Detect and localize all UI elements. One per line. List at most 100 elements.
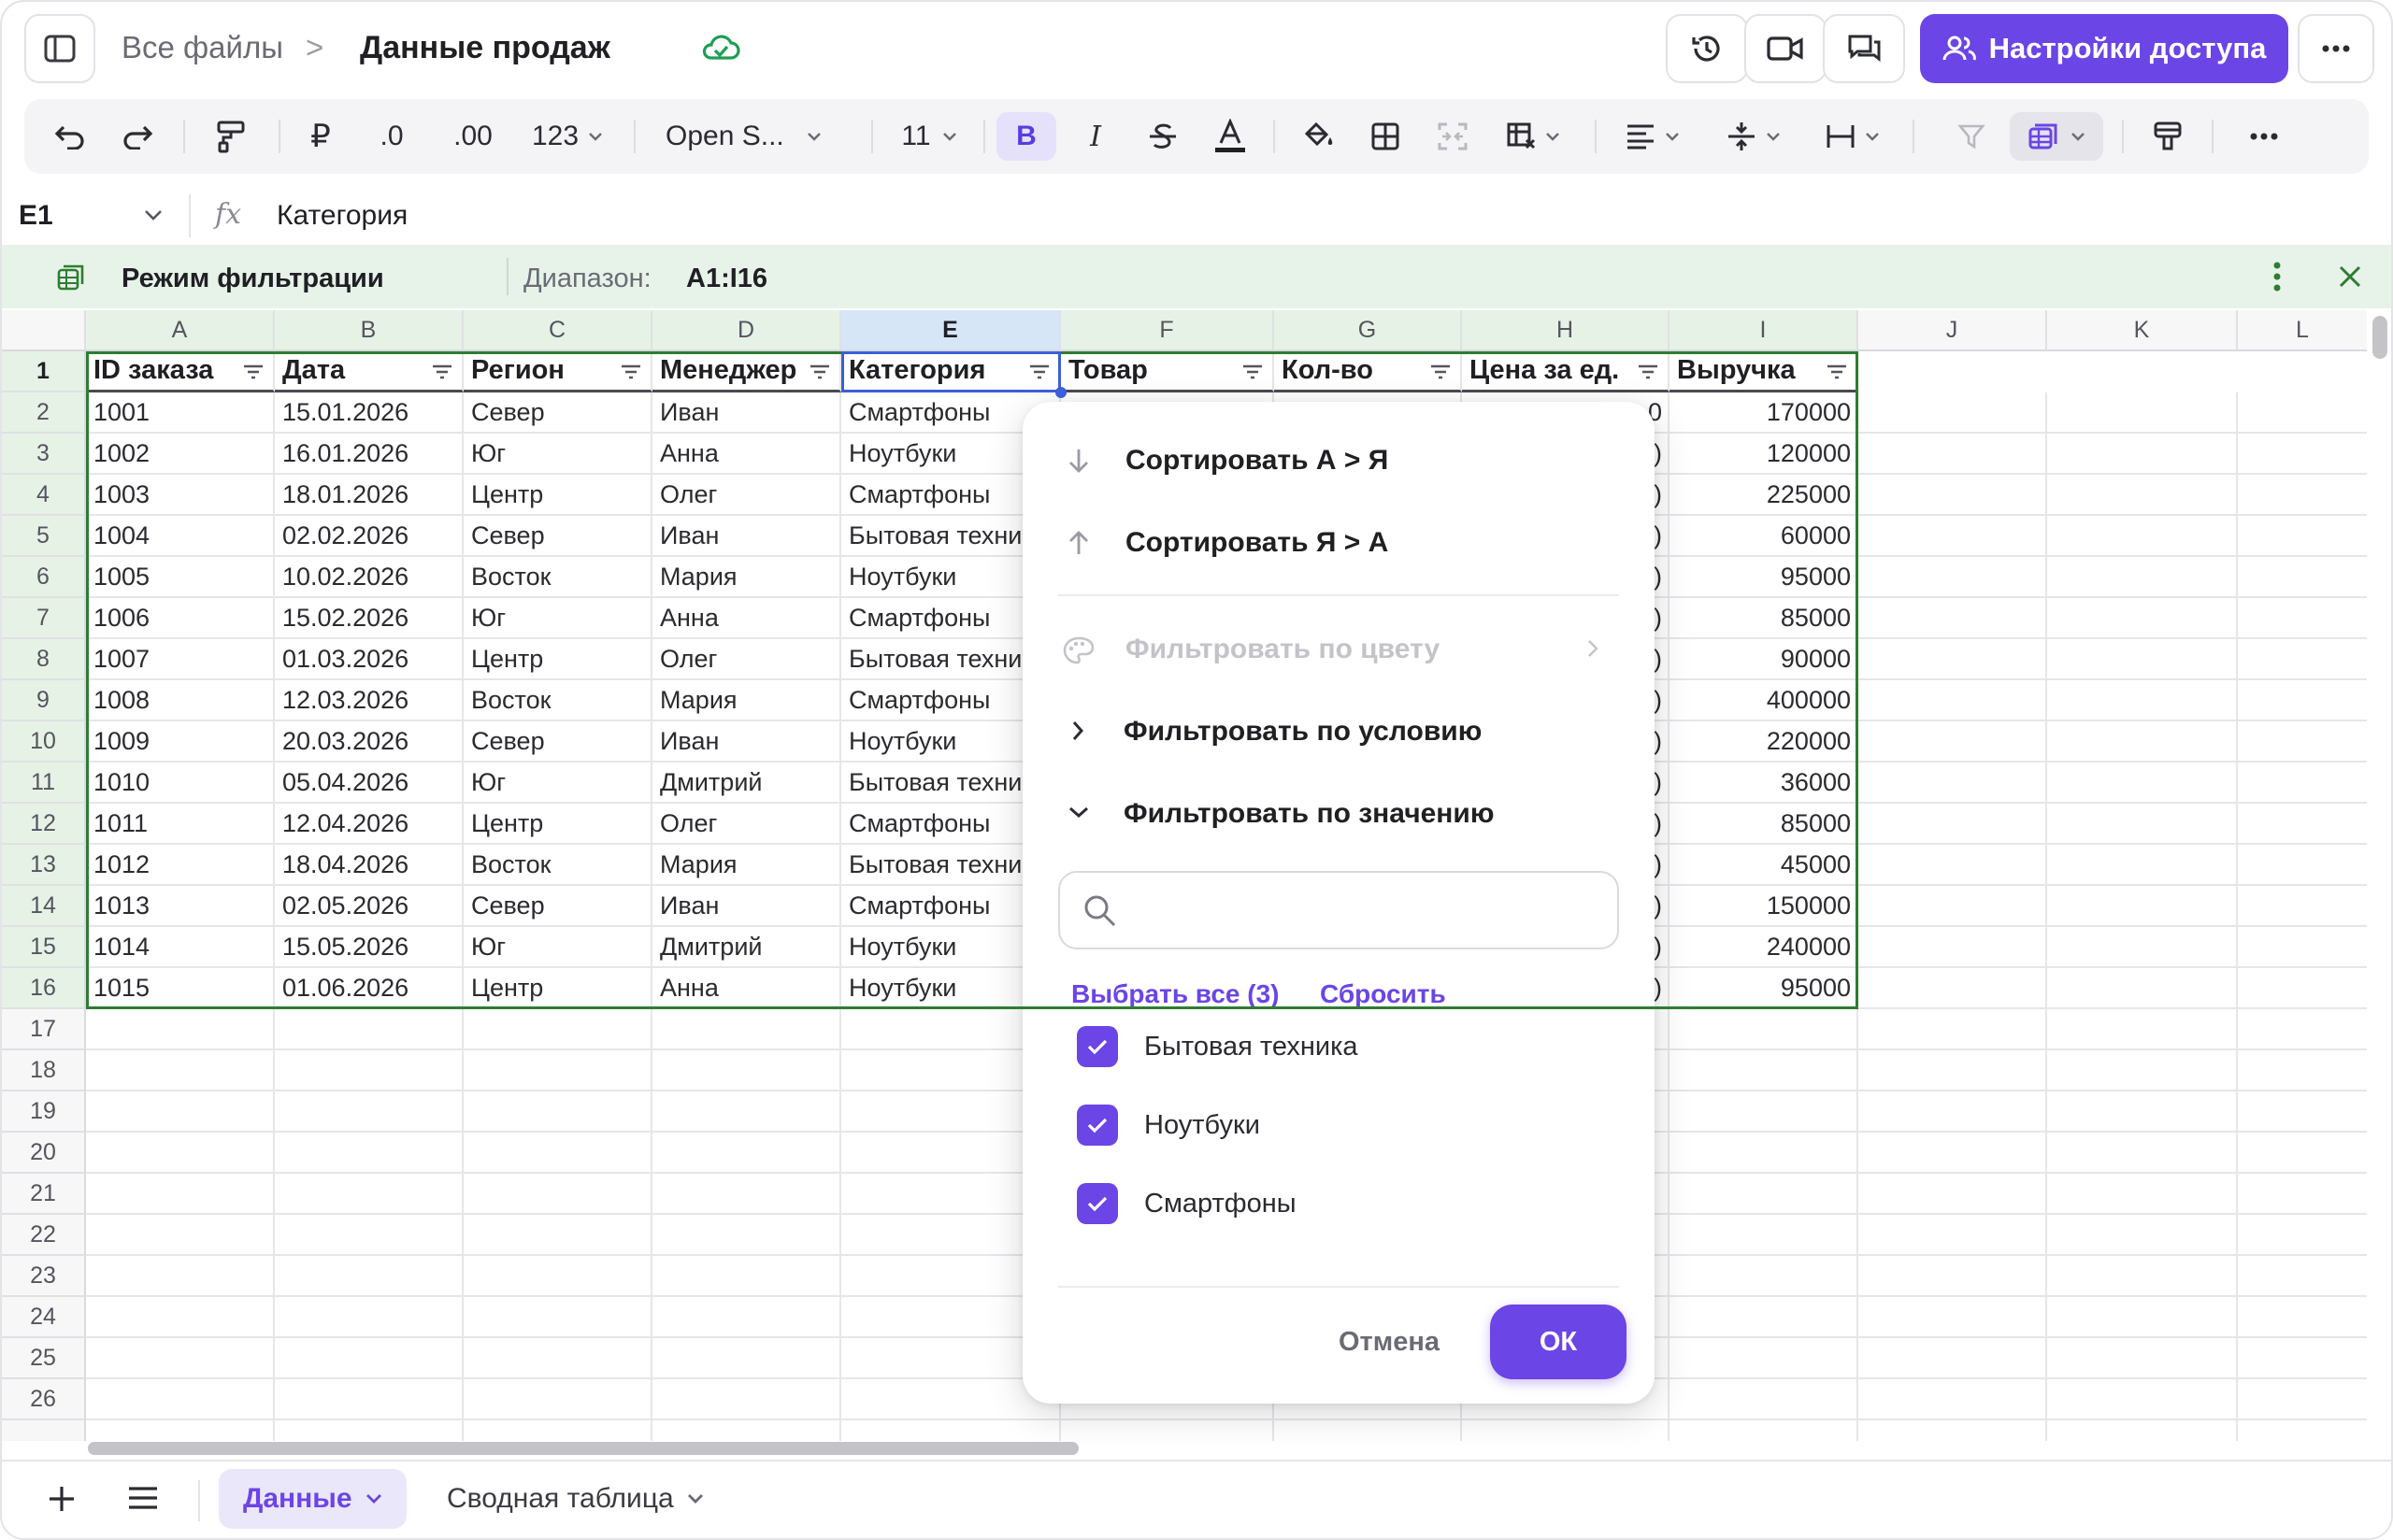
table-cell[interactable]: 1009 [86, 721, 275, 763]
table-cell[interactable] [464, 1215, 652, 1256]
filter-value-option[interactable]: Ноутбуки [1077, 1103, 1600, 1148]
table-cell[interactable] [464, 1174, 652, 1215]
table-cell[interactable]: Анна [652, 968, 841, 1009]
select-all-corner[interactable] [2, 310, 86, 351]
vertical-align-dropdown[interactable] [1714, 112, 1793, 161]
table-cell[interactable]: Иван [652, 721, 841, 763]
table-cell[interactable] [275, 1133, 464, 1174]
table-header-cell[interactable]: Категория [841, 351, 1061, 392]
table-cell[interactable]: 1014 [86, 927, 275, 968]
checkbox[interactable] [1077, 1105, 1118, 1146]
table-cell[interactable] [652, 1009, 841, 1050]
table-cell[interactable] [464, 1050, 652, 1091]
table-cell[interactable] [1858, 886, 2047, 927]
table-cell[interactable] [86, 1174, 275, 1215]
table-cell[interactable] [2047, 886, 2238, 927]
fill-color-button[interactable] [1292, 112, 1344, 161]
table-cell[interactable] [1669, 1256, 1858, 1297]
table-cell[interactable] [652, 1091, 841, 1133]
table-cell[interactable]: Восток [464, 845, 652, 886]
table-cell[interactable] [2047, 927, 2238, 968]
table-cell[interactable] [1858, 927, 2047, 968]
number-format-dropdown[interactable]: 123 [525, 112, 609, 161]
table-cell[interactable] [1669, 1050, 1858, 1091]
table-cell[interactable] [86, 1133, 275, 1174]
sheet-tab-pivot[interactable]: Сводная таблица [423, 1469, 728, 1529]
table-cell[interactable] [652, 1215, 841, 1256]
table-cell[interactable] [2047, 1215, 2238, 1256]
table-cell[interactable]: Анна [652, 598, 841, 639]
table-cell[interactable] [1858, 845, 2047, 886]
table-cell[interactable] [1858, 1174, 2047, 1215]
table-cell[interactable] [464, 1338, 652, 1379]
sort-descending-item[interactable]: Сортировать Я > А [1023, 514, 1655, 570]
table-cell[interactable] [2047, 1379, 2238, 1420]
toolbar-more-button[interactable] [2234, 112, 2294, 161]
table-cell[interactable] [86, 1215, 275, 1256]
column-filter-icon[interactable] [243, 364, 264, 379]
table-cell[interactable]: Мария [652, 557, 841, 598]
table-cell[interactable] [2047, 434, 2238, 475]
table-cell[interactable] [2047, 1338, 2238, 1379]
column-header[interactable]: I [1669, 310, 1858, 351]
table-cell[interactable]: Восток [464, 557, 652, 598]
reset-link[interactable]: Сбросить [1320, 979, 1446, 1009]
table-cell[interactable] [1669, 1297, 1858, 1338]
table-cell[interactable] [464, 1420, 652, 1441]
table-cell[interactable] [1858, 557, 2047, 598]
table-cell[interactable] [2047, 1133, 2238, 1174]
table-cell[interactable] [652, 1379, 841, 1420]
horizontal-align-dropdown[interactable] [1613, 112, 1692, 161]
table-cell[interactable]: 15.05.2026 [275, 927, 464, 968]
table-cell[interactable]: 240000 [1669, 927, 1858, 968]
table-cell[interactable] [464, 1133, 652, 1174]
table-cell[interactable]: Олег [652, 804, 841, 845]
range-value[interactable]: A1:I16 [686, 264, 767, 294]
column-filter-icon[interactable] [1430, 364, 1451, 379]
column-header[interactable]: D [652, 310, 841, 351]
table-cell[interactable]: 400000 [1669, 680, 1858, 721]
column-header[interactable]: L [2238, 310, 2367, 351]
row-header[interactable]: 14 [2, 886, 86, 927]
table-cell[interactable] [275, 1215, 464, 1256]
filter-search-input[interactable] [1058, 871, 1619, 949]
table-cell[interactable] [2238, 1420, 2367, 1441]
table-cell[interactable] [652, 1420, 841, 1441]
checkbox[interactable] [1077, 1026, 1118, 1067]
table-cell[interactable] [86, 1297, 275, 1338]
clear-format-button[interactable] [2142, 112, 2193, 161]
filter-by-color-item[interactable]: Фильтровать по цвету [1023, 620, 1655, 677]
table-cell[interactable] [2238, 886, 2367, 927]
row-header[interactable]: 26 [2, 1379, 86, 1420]
table-cell[interactable] [1669, 1133, 1858, 1174]
table-cell[interactable] [2047, 516, 2238, 557]
borders-button[interactable] [1359, 112, 1411, 161]
table-cell[interactable] [2047, 721, 2238, 763]
table-cell[interactable] [1274, 1420, 1462, 1441]
column-header[interactable]: F [1061, 310, 1274, 351]
table-cell[interactable] [2238, 1256, 2367, 1297]
table-cell[interactable] [2047, 1009, 2238, 1050]
history-button[interactable] [1666, 14, 1748, 83]
table-cell[interactable]: 1001 [86, 392, 275, 434]
table-header-cell[interactable]: Выручка [1669, 351, 1858, 392]
table-cell[interactable] [2238, 1338, 2367, 1379]
row-header[interactable]: 21 [2, 1174, 86, 1215]
table-cell[interactable] [1669, 1420, 1858, 1441]
table-cell[interactable]: 18.01.2026 [275, 475, 464, 516]
table-cell[interactable] [275, 1379, 464, 1420]
table-cell[interactable] [2047, 1420, 2238, 1441]
table-cell[interactable] [1858, 392, 2047, 434]
table-cell[interactable] [1858, 1133, 2047, 1174]
table-cell[interactable] [2047, 598, 2238, 639]
table-cell[interactable]: 1005 [86, 557, 275, 598]
row-header[interactable]: 15 [2, 927, 86, 968]
row-header[interactable] [2, 1420, 86, 1441]
table-cell[interactable]: 45000 [1669, 845, 1858, 886]
breadcrumb-root[interactable]: Все файлы [122, 30, 283, 65]
filter-value-option[interactable]: Бытовая техника [1077, 1024, 1600, 1069]
selection-handle[interactable] [1055, 387, 1067, 398]
table-cell[interactable]: 20.03.2026 [275, 721, 464, 763]
close-icon[interactable] [2337, 264, 2363, 290]
table-cell[interactable] [1858, 1215, 2047, 1256]
